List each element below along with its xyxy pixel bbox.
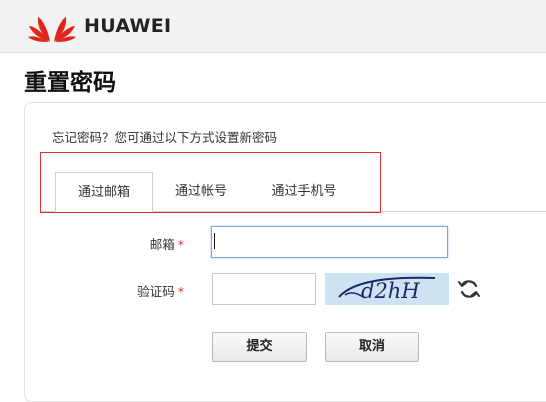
submit-button[interactable]: 提交 xyxy=(212,332,307,362)
captcha-label-text: 验证码 xyxy=(137,284,175,299)
captcha-text: d2hH xyxy=(361,279,420,303)
required-mark: * xyxy=(177,284,184,299)
cancel-button[interactable]: 取消 xyxy=(325,332,419,362)
brand-name: HUAWEI xyxy=(84,15,172,37)
captcha-image[interactable]: d2hH xyxy=(325,273,449,305)
required-mark: * xyxy=(177,237,184,252)
email-label: 邮箱 * xyxy=(120,234,184,253)
captcha-input[interactable] xyxy=(212,273,316,305)
huawei-logo[interactable]: HUAWEI xyxy=(28,7,171,45)
tab-phone[interactable]: 通过手机号 xyxy=(256,172,352,212)
email-input[interactable] xyxy=(211,226,448,258)
email-label-text: 邮箱 xyxy=(149,237,175,252)
hint-text: 忘记密码？您可通过以下方式设置新密码 xyxy=(52,130,278,145)
captcha-graphic: d2hH xyxy=(338,276,436,303)
tab-account[interactable]: 通过帐号 xyxy=(160,172,242,212)
text-cursor xyxy=(214,233,215,249)
huawei-flower-icon xyxy=(28,17,76,42)
top-header: HUAWEI xyxy=(0,0,546,53)
refresh-glyph xyxy=(458,280,480,298)
tab-email[interactable]: 通过邮箱 xyxy=(55,172,153,212)
refresh-icon[interactable] xyxy=(457,277,481,301)
page-title: 重置密码 xyxy=(24,70,116,96)
captcha-label: 验证码 * xyxy=(120,281,184,300)
